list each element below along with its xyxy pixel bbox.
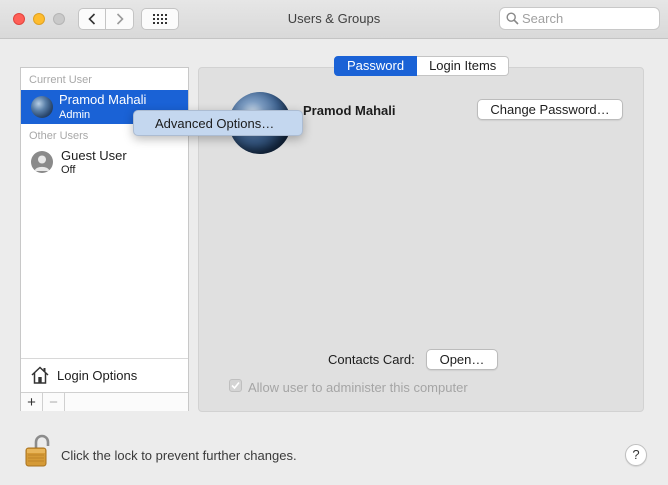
- current-user-section-label: Current User: [29, 74, 92, 86]
- user-role: Admin: [59, 109, 91, 121]
- search-icon: [506, 12, 519, 25]
- user-full-name: Pramod Mahali: [303, 103, 396, 118]
- user-name: Guest User: [61, 148, 127, 163]
- tab-bar: Password Login Items: [334, 56, 510, 76]
- tab-login-items[interactable]: Login Items: [417, 56, 510, 76]
- search-input[interactable]: [522, 10, 652, 27]
- login-options-row[interactable]: Login Options: [21, 358, 188, 393]
- allow-admin-label: Allow user to administer this computer: [248, 380, 468, 395]
- help-button[interactable]: ?: [625, 444, 647, 466]
- toolbar: Users & Groups: [0, 0, 668, 39]
- earth-avatar-icon: [31, 96, 53, 118]
- login-options-label: Login Options: [57, 368, 138, 383]
- context-menu: Advanced Options…: [133, 110, 303, 136]
- unlocked-padlock-icon: [25, 434, 50, 467]
- user-status: Off: [61, 164, 76, 176]
- user-row-guest-user[interactable]: Guest User Off: [21, 146, 188, 180]
- lock-status-text: Click the lock to prevent further change…: [61, 448, 297, 463]
- add-user-button[interactable]: +: [21, 393, 43, 411]
- guest-avatar-icon: [31, 151, 53, 173]
- contacts-card-label: Contacts Card:: [328, 352, 415, 367]
- open-contacts-button[interactable]: Open…: [426, 349, 498, 370]
- checkmark-icon: [231, 381, 240, 390]
- house-icon: [31, 366, 49, 384]
- allow-admin-checkbox[interactable]: [229, 379, 242, 392]
- remove-user-button[interactable]: −: [43, 393, 65, 411]
- users-groups-window: Users & Groups Current User Pramod Mahal…: [0, 0, 668, 485]
- other-users-section-label: Other Users: [29, 130, 89, 142]
- menu-item-advanced-options[interactable]: Advanced Options…: [155, 116, 274, 131]
- user-name: Pramod Mahali: [59, 92, 147, 107]
- sidebar-bottom-bar: + −: [21, 392, 188, 411]
- change-password-button[interactable]: Change Password…: [477, 99, 623, 120]
- search-field[interactable]: [499, 7, 660, 30]
- lock-button[interactable]: [24, 434, 50, 471]
- tab-password[interactable]: Password: [334, 56, 418, 76]
